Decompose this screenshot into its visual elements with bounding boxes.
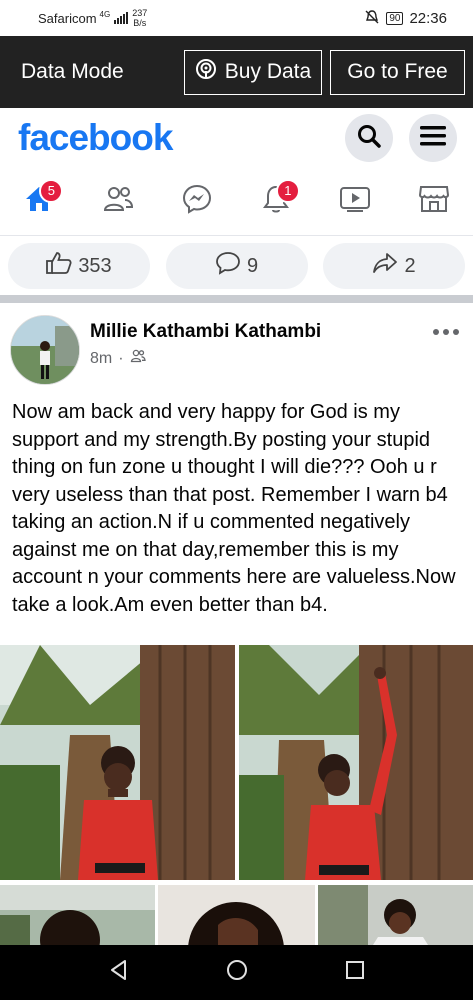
- post-photo-2[interactable]: [239, 645, 473, 880]
- avatar[interactable]: [10, 315, 80, 385]
- carrier-label: Safaricom: [38, 10, 97, 26]
- mute-icon: [364, 9, 380, 28]
- more-dot: [453, 329, 459, 335]
- post-header: Millie Kathambi Kathambi 8m ·: [10, 315, 463, 385]
- post-time[interactable]: 8m: [90, 350, 112, 368]
- notifications-badge: 1: [275, 178, 300, 203]
- post-photo-4[interactable]: [158, 885, 315, 945]
- comment-count: 9: [246, 254, 259, 277]
- comment-icon: [215, 251, 241, 281]
- share-count: 2: [404, 254, 416, 277]
- tab-notifications[interactable]: 1: [251, 177, 301, 227]
- post-photo-3[interactable]: [0, 885, 155, 945]
- go-to-free-label: Go to Free: [347, 60, 448, 83]
- menu-button[interactable]: [409, 114, 457, 162]
- system-navigation-bar: [0, 945, 473, 1000]
- more-dot: [443, 329, 449, 335]
- go-to-free-button[interactable]: Go to Free: [330, 49, 465, 95]
- more-dot: [433, 329, 439, 335]
- facebook-logo[interactable]: facebook: [18, 117, 173, 159]
- buy-data-button[interactable]: Buy Data: [184, 49, 322, 95]
- status-right: 90 22:36: [364, 9, 447, 28]
- speed-indicator: 237 B/s: [132, 8, 147, 28]
- photo-grid: [0, 645, 473, 945]
- post-text: Now am back and very happy for God is my…: [12, 401, 456, 616]
- more-options-button[interactable]: [433, 329, 459, 335]
- data-mode-bar: Data Mode Buy Data Go to Free: [0, 36, 473, 108]
- share-icon: [372, 251, 398, 281]
- video-icon: [339, 185, 371, 218]
- post-meta: 8m ·: [90, 349, 146, 368]
- post-photo-5[interactable]: [318, 885, 473, 945]
- search-button[interactable]: [345, 114, 393, 162]
- share-button[interactable]: 2: [323, 243, 465, 289]
- tab-marketplace[interactable]: [409, 177, 459, 227]
- tab-home[interactable]: 5: [14, 177, 64, 227]
- battery-icon: 90: [386, 11, 404, 25]
- like-button[interactable]: 353: [8, 243, 150, 289]
- friends-icon: [102, 185, 134, 218]
- status-bar: Safaricom 4G 237 B/s 90 22:36: [0, 0, 473, 36]
- like-count: 353: [78, 254, 112, 277]
- clock: 22:36: [409, 9, 447, 27]
- search-icon: [356, 123, 382, 154]
- hamburger-icon: [420, 125, 446, 152]
- tab-watch[interactable]: [330, 177, 380, 227]
- shop-icon: [418, 184, 450, 219]
- speed-value: 237: [132, 8, 148, 18]
- post-photo-1[interactable]: [0, 645, 235, 880]
- screen: Safaricom 4G 237 B/s 90 22:36 Data Mode …: [0, 0, 473, 1000]
- messenger-icon: [182, 184, 212, 219]
- thumbs-up-icon: [46, 251, 72, 281]
- speed-unit: B/s: [133, 18, 147, 28]
- friends-audience-icon: [130, 349, 146, 368]
- reactions-row: 353 9 2: [0, 237, 473, 295]
- feed-divider: [0, 295, 473, 303]
- tab-bar: 5 1: [0, 168, 473, 236]
- tab-friends[interactable]: [93, 177, 143, 227]
- meta-separator: ·: [118, 349, 124, 367]
- tab-messenger[interactable]: [172, 177, 222, 227]
- buy-data-label: Buy Data: [224, 60, 312, 83]
- network-type: 4G: [99, 10, 111, 19]
- facebook-header: facebook: [0, 108, 473, 168]
- back-icon[interactable]: [108, 959, 130, 986]
- home-circle-icon[interactable]: [226, 959, 248, 986]
- post-card: Millie Kathambi Kathambi 8m · Now am bac…: [0, 303, 473, 945]
- comment-button[interactable]: 9: [165, 243, 308, 289]
- signal-icon: [114, 12, 129, 24]
- home-badge: 5: [39, 178, 64, 203]
- post-author[interactable]: Millie Kathambi Kathambi: [90, 321, 321, 343]
- recents-icon[interactable]: [345, 960, 365, 985]
- broadcast-icon: [195, 58, 217, 86]
- data-mode-title: Data Mode: [21, 60, 124, 83]
